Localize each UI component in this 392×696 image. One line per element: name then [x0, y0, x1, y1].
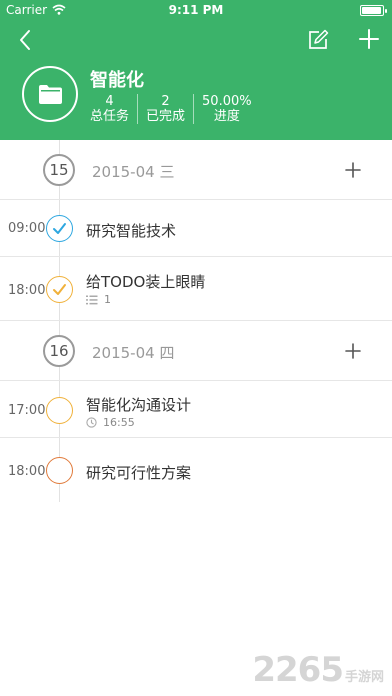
task-time: 18:00: [8, 464, 46, 479]
folder-icon: [39, 85, 62, 104]
status-bar: Carrier 9:11 PM: [0, 0, 392, 20]
add-task-day-button[interactable]: [344, 342, 362, 360]
task-title: 智能化沟通设计: [86, 396, 192, 414]
task-title: 研究智能技术: [86, 222, 177, 240]
stat-total: 4 总任务: [90, 94, 139, 124]
back-button[interactable]: [14, 28, 38, 52]
day-header-16: 16 2015-04 四: [0, 321, 392, 381]
day-number: 15: [43, 154, 75, 186]
stat-progress: 50.00% 进度: [202, 94, 252, 124]
watermark: 2265 手游网: [252, 650, 384, 690]
watermark-number: 2265: [252, 650, 344, 690]
task-row[interactable]: 09:00 研究智能技术: [0, 200, 392, 257]
project-title: 智能化: [90, 70, 144, 91]
task-row[interactable]: 18:00 给TODO装上眼睛 1: [0, 257, 392, 321]
clock-icon: [86, 417, 97, 428]
stat-completed: 2 已完成: [138, 94, 195, 124]
add-task-day-button[interactable]: [344, 161, 362, 179]
task-time: 17:00: [8, 403, 46, 418]
task-time: 09:00: [8, 221, 46, 236]
reminder-time: 16:55: [103, 416, 135, 429]
status-time: 9:11 PM: [168, 3, 224, 17]
task-checkbox[interactable]: [46, 457, 73, 484]
project-header: Carrier 9:11 PM 智能化 4 总任务 2 已完成 50.00% 进…: [0, 0, 392, 140]
task-title: 研究可行性方案: [86, 464, 192, 482]
task-checkbox[interactable]: [46, 276, 73, 303]
task-meta: 16:55: [86, 416, 135, 429]
task-checkbox[interactable]: [46, 397, 73, 424]
watermark-text: 手游网: [344, 670, 384, 685]
day-number: 16: [43, 335, 75, 367]
task-row[interactable]: 18:00 研究可行性方案: [0, 438, 392, 502]
check-icon: [52, 222, 66, 234]
day-date: 2015-04 三: [92, 163, 175, 181]
day-header-15: 15 2015-04 三: [0, 140, 392, 200]
task-row[interactable]: 17:00 智能化沟通设计 16:55: [0, 381, 392, 438]
task-time: 18:00: [8, 283, 46, 298]
task-meta: 1: [86, 293, 111, 306]
task-title: 给TODO装上眼睛: [86, 273, 206, 291]
subtask-count: 1: [104, 293, 111, 306]
project-icon: [22, 66, 78, 122]
project-stats: 4 总任务 2 已完成 50.00% 进度: [90, 94, 260, 124]
add-task-button[interactable]: [356, 26, 382, 52]
subtask-list-icon: [86, 295, 98, 304]
edit-button[interactable]: [306, 28, 330, 52]
battery-icon: [360, 5, 387, 16]
check-icon: [52, 283, 66, 295]
day-date: 2015-04 四: [92, 344, 175, 362]
task-checkbox[interactable]: [46, 215, 73, 242]
